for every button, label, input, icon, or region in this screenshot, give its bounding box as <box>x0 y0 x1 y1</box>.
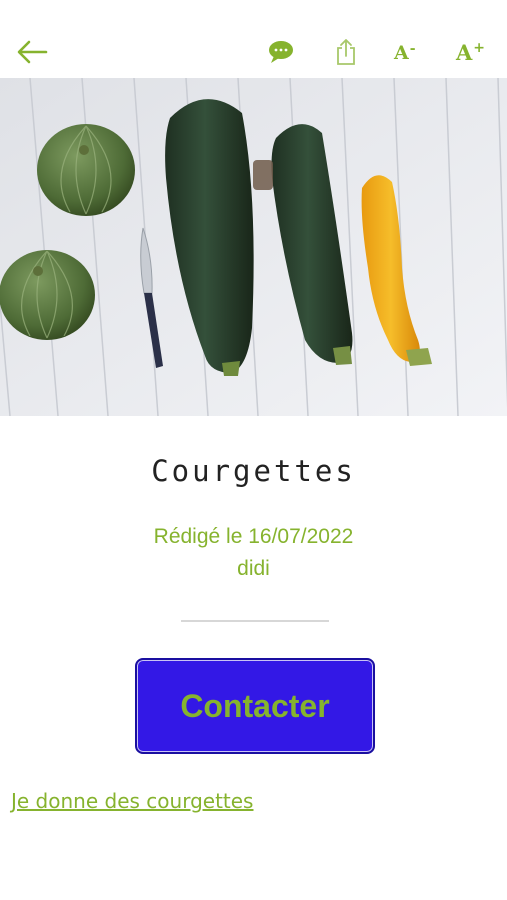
publish-date: Rédigé le 16/07/2022 <box>153 525 354 548</box>
share-icon[interactable] <box>332 36 360 68</box>
contact-button[interactable]: Contacter <box>135 658 375 754</box>
divider <box>181 620 329 622</box>
article-link[interactable]: Je donne des courgettes <box>11 789 253 813</box>
chat-bubble-icon[interactable] <box>266 38 296 66</box>
author-name: didi <box>237 557 270 580</box>
decrease-font-letter: A <box>394 42 409 64</box>
back-arrow-icon[interactable] <box>14 36 50 68</box>
article-title: Courgettes <box>151 454 356 488</box>
decrease-font-icon[interactable]: A- <box>394 38 426 68</box>
article-photo <box>0 77 507 417</box>
increase-font-letter: A <box>456 39 473 65</box>
increase-font-icon[interactable]: A + <box>456 36 494 68</box>
top-toolbar: A- A + <box>0 0 507 78</box>
